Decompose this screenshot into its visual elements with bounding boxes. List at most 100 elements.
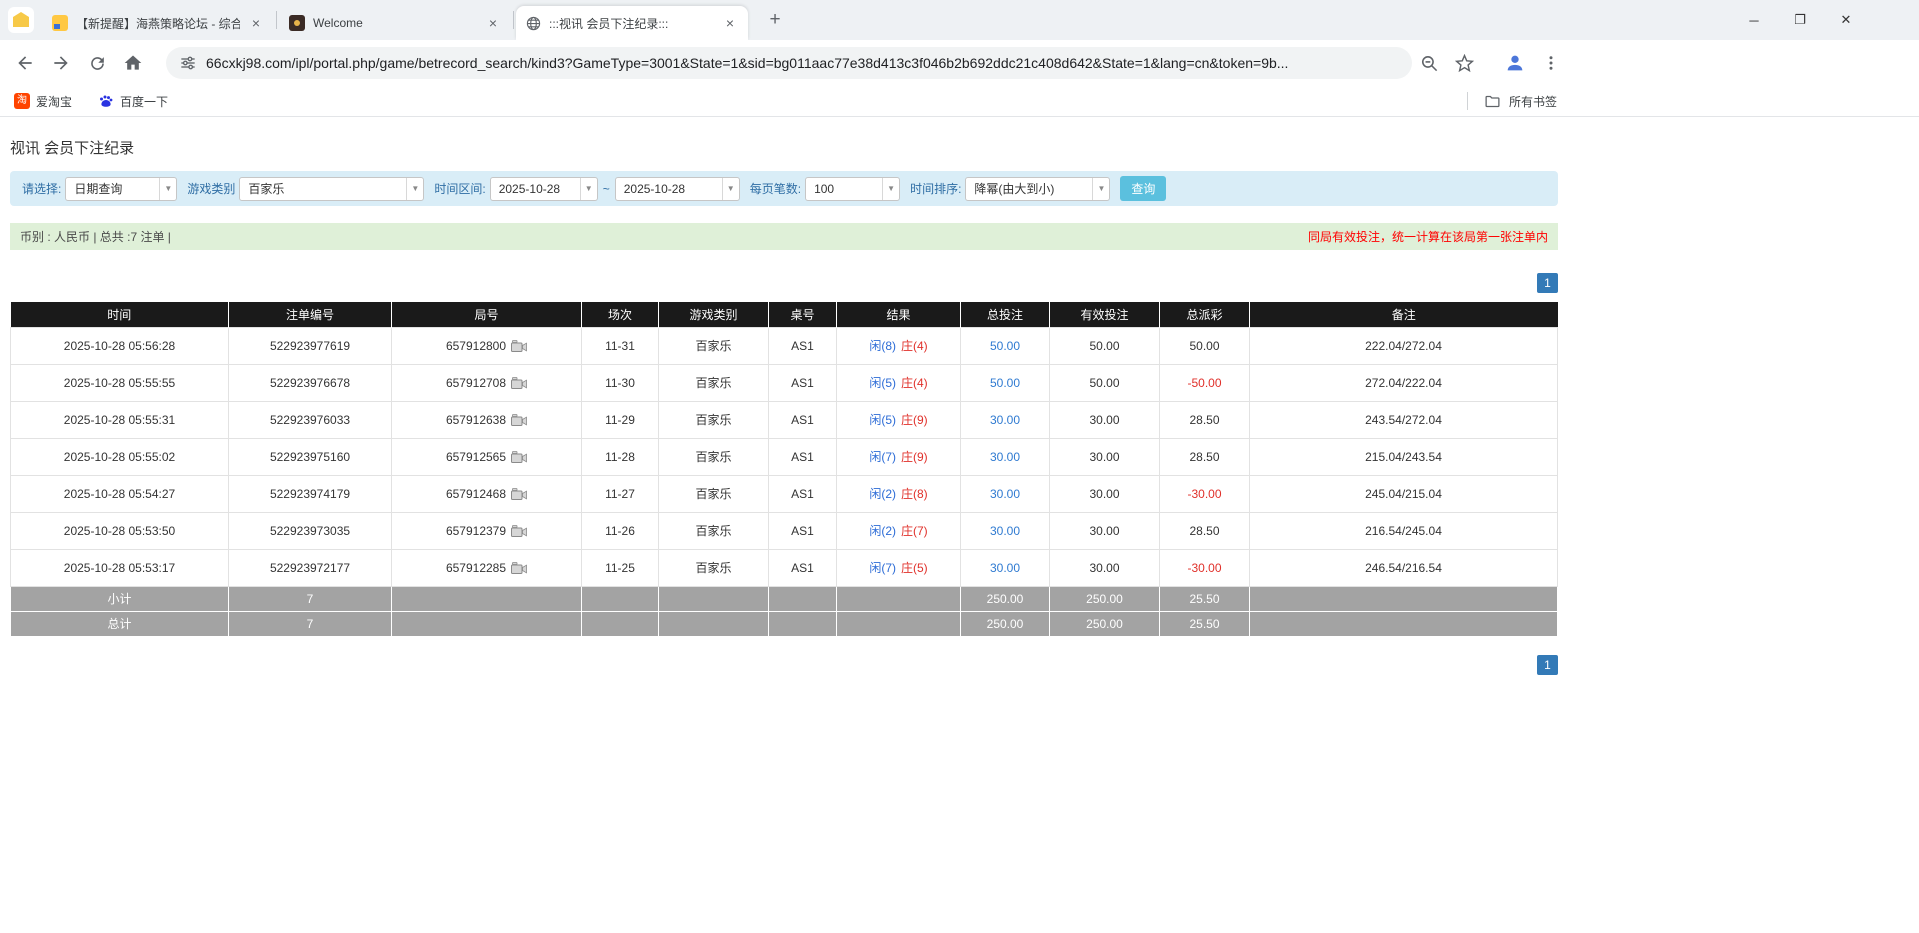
back-button[interactable] <box>10 48 40 78</box>
cell-total-bet: 30.00 <box>961 438 1050 475</box>
currency-summary: 币别 : 人民币 | 总共 :7 注单 | <box>20 228 171 245</box>
globe-icon <box>526 16 541 31</box>
cell-valid-bet: 30.00 <box>1050 549 1160 586</box>
total-payout: 25.50 <box>1160 611 1250 636</box>
camera-icon[interactable] <box>511 377 527 389</box>
page-size-label: 每页笔数: <box>750 180 801 197</box>
date-from-select[interactable]: 2025-10-28 ▼ <box>490 177 598 201</box>
cell-table-number: AS1 <box>769 475 837 512</box>
cell-game-type: 百家乐 <box>659 364 769 401</box>
cell-valid-bet: 30.00 <box>1050 438 1160 475</box>
date-to-select[interactable]: 2025-10-28 ▼ <box>615 177 740 201</box>
subtotal-label: 小计 <box>11 586 229 611</box>
maximize-button[interactable]: ❐ <box>1791 12 1809 28</box>
cell-table-number: AS1 <box>769 512 837 549</box>
menu-dots-icon[interactable] <box>1542 54 1560 72</box>
tab-bet-records[interactable]: :::视讯 会员下注纪录::: × <box>516 6 748 40</box>
page-title: 视讯 会员下注纪录 <box>10 137 1558 158</box>
cell-table-number: AS1 <box>769 327 837 364</box>
camera-icon[interactable] <box>511 451 527 463</box>
sort-select[interactable]: 降幂(由大到小) ▼ <box>965 177 1110 201</box>
game-type-select[interactable]: 百家乐 ▼ <box>239 177 424 201</box>
url-bar[interactable]: 66cxkj98.com/ipl/portal.php/game/betreco… <box>166 47 1412 79</box>
bookmark-taobao[interactable]: 淘 爱淘宝 <box>14 93 72 110</box>
total-total-bet: 250.00 <box>961 611 1050 636</box>
cell-bet-id: 522923974179 <box>229 475 392 512</box>
cell-note: 246.54/216.54 <box>1250 549 1558 586</box>
home-button[interactable] <box>118 48 148 78</box>
page-1-button[interactable]: 1 <box>1537 655 1558 675</box>
tab-separator <box>513 11 514 29</box>
total-bet-link[interactable]: 30.00 <box>990 450 1020 464</box>
cell-session: 11-28 <box>582 438 659 475</box>
result-banker: 庄(4) <box>901 376 928 390</box>
total-bet-link[interactable]: 30.00 <box>990 413 1020 427</box>
cell-note: 216.54/245.04 <box>1250 512 1558 549</box>
col-header-session: 场次 <box>582 302 659 327</box>
cell-total-bet: 30.00 <box>961 475 1050 512</box>
tab-title: :::视讯 会员下注纪录::: <box>549 15 714 32</box>
table-row: 2025-10-28 05:55:55 522923976678 6579127… <box>11 364 1558 401</box>
cell-round: 657912565 <box>392 438 582 475</box>
total-label: 总计 <box>11 611 229 636</box>
col-header-round: 局号 <box>392 302 582 327</box>
tab-forum[interactable]: 【新提醒】海燕策略论坛 - 综合 × <box>42 6 274 40</box>
forward-button[interactable] <box>46 48 76 78</box>
total-valid-bet: 250.00 <box>1050 611 1160 636</box>
page-size-select[interactable]: 100 ▼ <box>805 177 900 201</box>
cell-note: 272.04/222.04 <box>1250 364 1558 401</box>
table-row: 2025-10-28 05:53:50 522923973035 6579123… <box>11 512 1558 549</box>
tab-close-icon[interactable]: × <box>722 15 738 31</box>
result-player: 闲(7) <box>869 450 896 464</box>
minimize-button[interactable]: ─ <box>1745 13 1763 28</box>
url-text[interactable]: 66cxkj98.com/ipl/portal.php/game/betreco… <box>206 55 1288 71</box>
pinned-app-icon[interactable] <box>8 7 34 33</box>
tab-close-icon[interactable]: × <box>485 15 501 31</box>
total-bet-link[interactable]: 50.00 <box>990 339 1020 353</box>
chevron-down-icon: ▼ <box>580 178 597 200</box>
total-bet-link[interactable]: 30.00 <box>990 524 1020 538</box>
round-number: 657912285 <box>446 561 506 575</box>
camera-icon[interactable] <box>511 525 527 537</box>
bookmark-star-icon[interactable] <box>1455 54 1474 73</box>
cell-bet-id: 522923976678 <box>229 364 392 401</box>
zoom-icon[interactable] <box>1420 54 1439 73</box>
filter-bar: 请选择: 日期查询 ▼ 游戏类别 百家乐 ▼ 时间区间: 2025-10-28 … <box>10 171 1558 206</box>
cell-round: 657912379 <box>392 512 582 549</box>
close-button[interactable]: ✕ <box>1837 12 1855 28</box>
camera-icon[interactable] <box>511 488 527 500</box>
bookmarks-bar: 淘 爱淘宝 百度一下 所有书签 <box>0 86 1919 117</box>
page-1-button[interactable]: 1 <box>1537 273 1558 293</box>
total-bet-link[interactable]: 30.00 <box>990 561 1020 575</box>
total-bet-link[interactable]: 50.00 <box>990 376 1020 390</box>
new-tab-button[interactable]: + <box>762 7 788 33</box>
camera-icon[interactable] <box>511 414 527 426</box>
tab-welcome[interactable]: Welcome × <box>279 6 511 40</box>
taobao-icon: 淘 <box>14 93 30 109</box>
col-header-payout: 总派彩 <box>1160 302 1250 327</box>
cell-total-bet: 30.00 <box>961 512 1050 549</box>
round-number: 657912800 <box>446 339 506 353</box>
cell-time: 2025-10-28 05:53:50 <box>11 512 229 549</box>
camera-icon[interactable] <box>511 562 527 574</box>
cell-round: 657912285 <box>392 549 582 586</box>
bookmark-baidu[interactable]: 百度一下 <box>98 93 168 110</box>
tab-close-icon[interactable]: × <box>248 15 264 31</box>
site-settings-icon[interactable] <box>180 55 196 71</box>
cell-payout: 28.50 <box>1160 512 1250 549</box>
result-banker: 庄(4) <box>901 339 928 353</box>
search-button[interactable]: 查询 <box>1120 176 1166 201</box>
reload-button[interactable] <box>82 48 112 78</box>
query-type-select[interactable]: 日期查询 ▼ <box>65 177 177 201</box>
profile-avatar-icon[interactable] <box>1504 52 1526 74</box>
all-bookmarks[interactable]: 所有书签 <box>1467 92 1557 110</box>
cell-game-type: 百家乐 <box>659 327 769 364</box>
camera-icon[interactable] <box>511 340 527 352</box>
game-type-label: 游戏类别 <box>187 180 235 197</box>
cell-round: 657912708 <box>392 364 582 401</box>
chevron-down-icon: ▼ <box>406 178 423 200</box>
cell-note: 222.04/272.04 <box>1250 327 1558 364</box>
total-bet-link[interactable]: 30.00 <box>990 487 1020 501</box>
cell-result: 闲(5)庄(9) <box>837 401 961 438</box>
range-separator: ~ <box>603 182 610 196</box>
